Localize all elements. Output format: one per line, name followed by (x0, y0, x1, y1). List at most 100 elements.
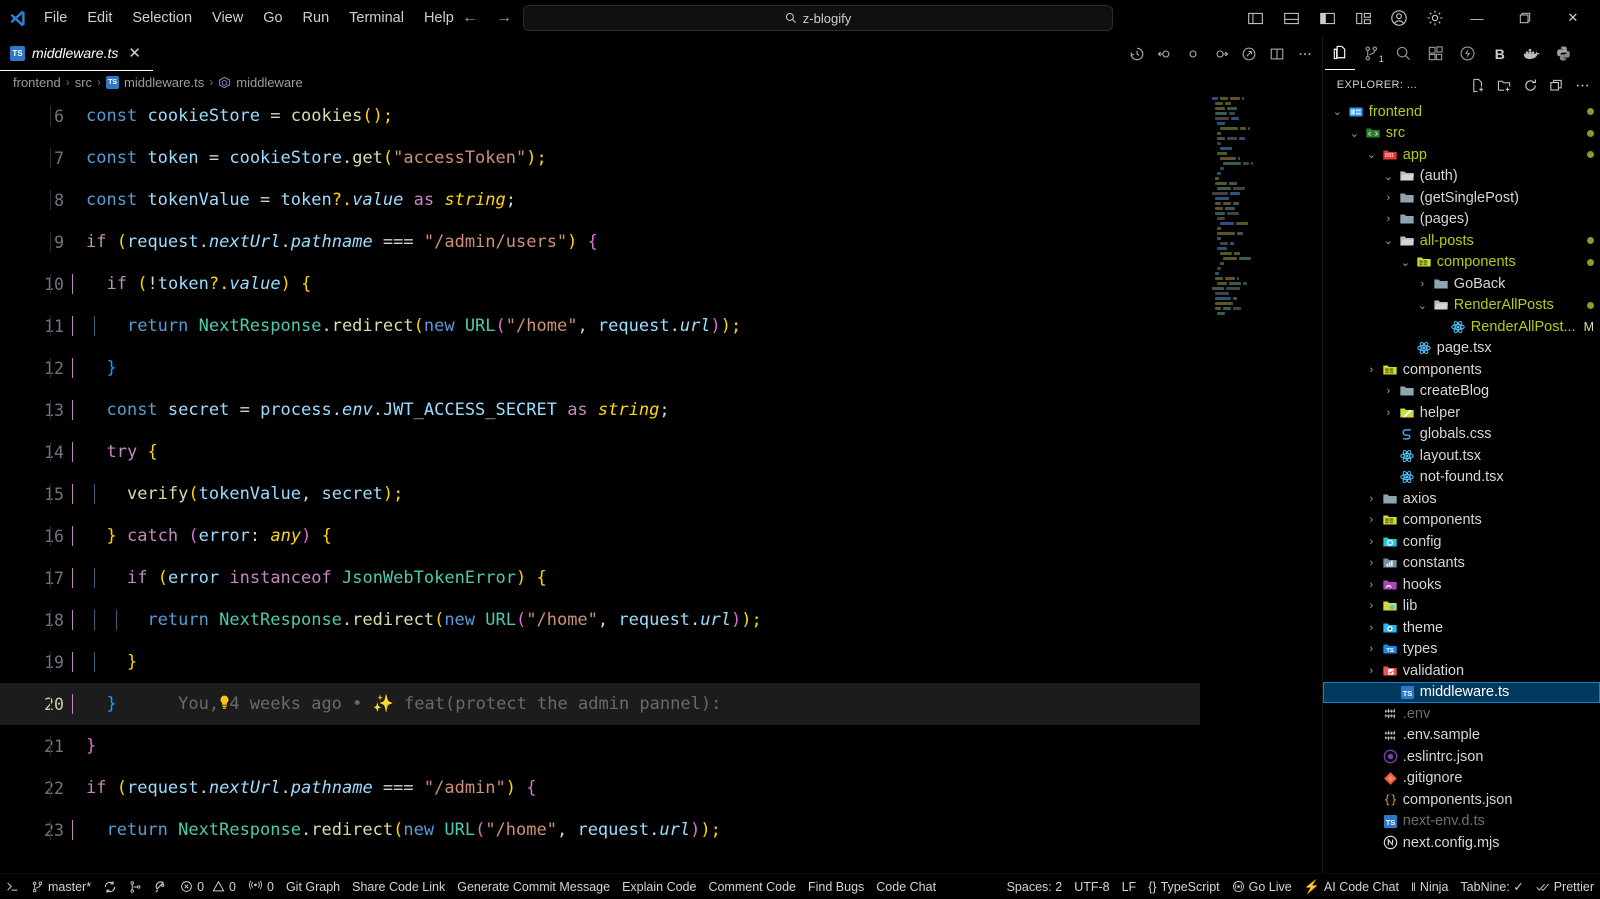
search-icon[interactable] (1389, 37, 1419, 70)
customize-layout-icon[interactable] (1346, 3, 1380, 33)
menu-view[interactable]: View (202, 7, 253, 29)
status-ninja[interactable]: ‖ Ninja (1405, 874, 1454, 899)
code-editor[interactable]: 5 export default function middleware(req… (0, 93, 1322, 873)
status-generate-commit-message[interactable]: Generate Commit Message (451, 874, 616, 899)
explorer-icon[interactable] (1324, 37, 1355, 70)
new-file-icon[interactable] (1466, 74, 1490, 96)
tree-item[interactable]: ⌄ app (1323, 144, 1600, 166)
toggle-inline-diff-icon[interactable] (1236, 41, 1262, 67)
menu-terminal[interactable]: Terminal (339, 7, 414, 29)
tree-item[interactable]: next.config.mjs (1323, 832, 1600, 854)
tree-item[interactable]: › config (1323, 531, 1600, 553)
chevron-right-icon[interactable]: › (1382, 213, 1395, 225)
extensions-icon[interactable] (1421, 37, 1451, 70)
tree-item[interactable]: ⌄ RenderAllPosts (1323, 295, 1600, 317)
python-icon[interactable] (1549, 37, 1579, 70)
accounts-icon[interactable] (1382, 3, 1416, 33)
tree-item[interactable]: › lib (1323, 596, 1600, 618)
tree-item-selected[interactable]: TS middleware.ts (1322, 681, 1600, 703)
status-language-mode[interactable]: {} TypeScript (1142, 874, 1225, 899)
tree-item[interactable]: ⌄ (auth) (1323, 166, 1600, 188)
status-eol[interactable]: LF (1116, 874, 1143, 899)
chevron-right-icon[interactable]: › (1365, 557, 1378, 569)
status-problems[interactable]: 0 0 (174, 874, 242, 899)
tree-item[interactable]: layout.tsx (1323, 445, 1600, 467)
tree-item[interactable]: › components (1323, 510, 1600, 532)
navigate-forward-icon[interactable]: → (489, 4, 519, 32)
tree-item[interactable]: › theme (1323, 617, 1600, 639)
status-find-bugs[interactable]: Find Bugs (802, 874, 870, 899)
chevron-right-icon[interactable]: › (1365, 665, 1378, 677)
menu-edit[interactable]: Edit (77, 7, 122, 29)
tree-item[interactable]: TS next-env.d.ts (1323, 811, 1600, 833)
tree-item[interactable]: › (getSinglePost) (1323, 187, 1600, 209)
navigate-back-icon[interactable]: ← (455, 4, 485, 32)
tree-item[interactable]: .gitignore (1323, 768, 1600, 790)
chevron-down-icon[interactable]: ⌄ (1348, 127, 1361, 140)
tree-item[interactable]: › helper (1323, 402, 1600, 424)
more-actions-icon[interactable] (1292, 41, 1318, 67)
timeline-history-icon[interactable] (1124, 41, 1150, 67)
tree-item[interactable]: .env (1323, 703, 1600, 725)
thunder-client-icon[interactable] (1453, 37, 1483, 70)
file-explorer-tree[interactable]: ⌄ frontend ⌄ src ⌄ app ⌄ (auth) › (getSinglePost)… (1322, 99, 1600, 873)
status-tabnine[interactable]: TabNine: ✓ (1454, 874, 1529, 899)
tree-item[interactable]: page.tsx (1323, 338, 1600, 360)
status-ai-code-chat[interactable]: ⚡ AI Code Chat (1298, 874, 1405, 899)
inline-blame-annotation[interactable]: You, 4 weeks ago • ✨ feat(protect the ad… (178, 694, 721, 714)
status-go-live[interactable]: Go Live (1226, 874, 1298, 899)
toggle-primary-sidebar-icon[interactable] (1238, 3, 1272, 33)
breadcrumb-item-frontend[interactable]: frontend (13, 75, 61, 90)
bookmarks-icon[interactable]: B (1485, 37, 1515, 70)
source-control-icon[interactable]: 1 (1357, 37, 1387, 70)
tree-item[interactable]: RenderAllPost... M (1323, 316, 1600, 338)
chevron-right-icon[interactable]: › (1382, 407, 1395, 419)
go-to-next-change-icon[interactable] (1208, 41, 1234, 67)
toggle-panel-icon[interactable] (1274, 3, 1308, 33)
status-encoding[interactable]: UTF-8 (1068, 874, 1115, 899)
tree-item[interactable]: ⌄ all-posts (1323, 230, 1600, 252)
status-explain-code[interactable]: Explain Code (616, 874, 702, 899)
menu-file[interactable]: File (34, 7, 77, 29)
tree-item[interactable]: globals.css (1323, 424, 1600, 446)
chevron-right-icon[interactable]: › (1416, 278, 1429, 290)
tree-item[interactable]: {} components.json (1323, 789, 1600, 811)
tree-item[interactable]: › axios (1323, 488, 1600, 510)
tree-item[interactable]: .env.sample (1323, 725, 1600, 747)
chevron-right-icon[interactable]: › (1365, 622, 1378, 634)
status-live-share[interactable] (148, 874, 174, 899)
chevron-right-icon[interactable]: › (1365, 364, 1378, 376)
status-remote-window[interactable] (0, 874, 25, 899)
chevron-right-icon[interactable]: › (1365, 600, 1378, 612)
tree-item[interactable]: › components (1323, 359, 1600, 381)
chevron-right-icon[interactable]: › (1365, 493, 1378, 505)
chevron-down-icon[interactable]: ⌄ (1416, 299, 1429, 312)
menu-selection[interactable]: Selection (122, 7, 202, 29)
docker-icon[interactable] (1517, 37, 1547, 70)
tree-item[interactable]: › (pages) (1323, 209, 1600, 231)
collapse-folders-icon[interactable] (1544, 74, 1568, 96)
go-to-previous-change-icon[interactable] (1152, 41, 1178, 67)
menu-go[interactable]: Go (253, 7, 292, 29)
toggle-secondary-sidebar-icon[interactable] (1310, 3, 1344, 33)
window-close-button[interactable]: ✕ (1550, 0, 1596, 36)
chevron-down-icon[interactable]: ⌄ (1399, 256, 1412, 269)
status-code-chat[interactable]: Code Chat (870, 874, 942, 899)
chevron-right-icon[interactable]: › (1382, 385, 1395, 397)
new-folder-icon[interactable] (1492, 74, 1516, 96)
window-minimize-button[interactable]: — (1454, 0, 1500, 36)
tab-middleware-ts[interactable]: TS middleware.ts ✕ (0, 36, 153, 71)
breadcrumb-item-symbol[interactable]: middleware (218, 75, 303, 90)
chevron-right-icon[interactable]: › (1365, 579, 1378, 591)
manage-settings-gear-icon[interactable] (1418, 3, 1452, 33)
chevron-down-icon[interactable]: ⌄ (1382, 234, 1395, 247)
tree-item[interactable]: › constants (1323, 553, 1600, 575)
split-editor-icon[interactable] (1264, 41, 1290, 67)
status-prettier[interactable]: Prettier (1530, 874, 1600, 899)
status-indentation[interactable]: Spaces: 2 (1001, 874, 1069, 899)
menu-run[interactable]: Run (293, 7, 340, 29)
tree-item[interactable]: › createBlog (1323, 381, 1600, 403)
tree-item[interactable]: ⌄ src (1323, 123, 1600, 145)
chevron-down-icon[interactable]: ⌄ (1331, 105, 1344, 118)
command-center-search[interactable]: z-blogify (523, 5, 1113, 31)
